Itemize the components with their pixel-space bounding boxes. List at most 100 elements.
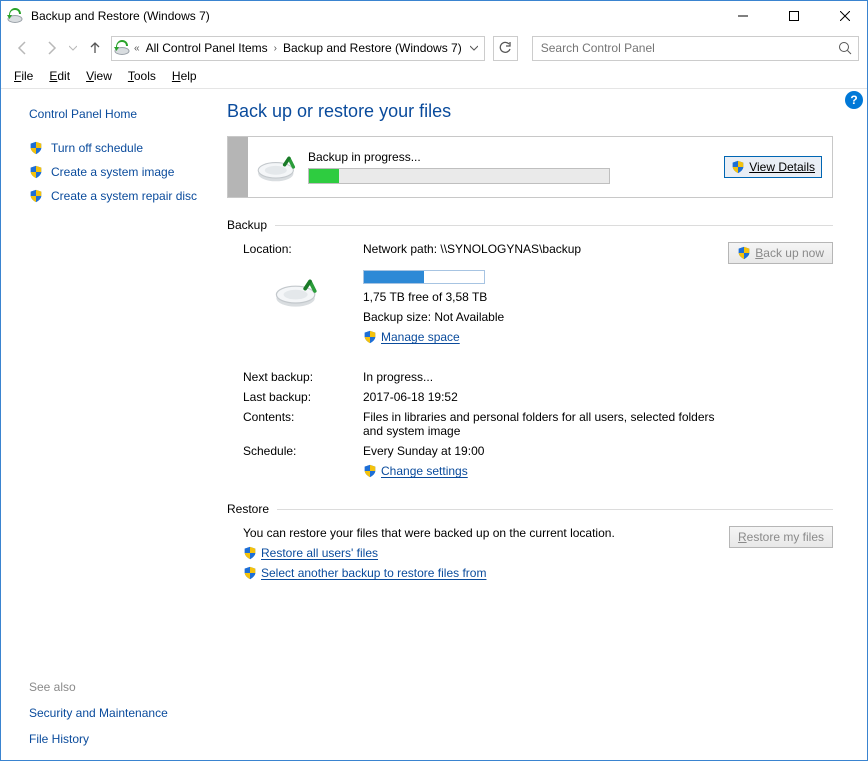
minimize-icon <box>738 11 748 21</box>
menu-view[interactable]: View <box>79 67 119 85</box>
section-title: Backup <box>227 218 267 232</box>
status-strip <box>228 137 248 197</box>
menu-help[interactable]: Help <box>165 67 204 85</box>
help-button[interactable]: ? <box>845 91 863 109</box>
link-label: Restore all users' files <box>261 546 378 560</box>
restore-section-header: Restore <box>227 502 833 516</box>
breadcrumb-item[interactable]: All Control Panel Items <box>144 41 270 55</box>
sidebar-item-label: Create a system image <box>51 165 174 179</box>
schedule-value: Every Sunday at 19:00 <box>363 444 833 458</box>
schedule-grid: Next backup: In progress... Last backup:… <box>227 370 833 478</box>
menu-edit[interactable]: Edit <box>42 67 77 85</box>
up-button[interactable] <box>83 36 107 60</box>
window-title: Backup and Restore (Windows 7) <box>29 9 714 23</box>
menu-bar: File Edit View Tools Help <box>1 65 867 88</box>
button-label: View Details <box>749 160 815 174</box>
search-icon <box>838 41 852 55</box>
maximize-button[interactable] <box>771 2 816 31</box>
backup-device-icon <box>248 151 308 183</box>
search-input[interactable] <box>539 40 832 56</box>
maximize-icon <box>789 11 799 21</box>
shield-icon <box>243 566 257 580</box>
see-also-heading: See also <box>29 680 211 694</box>
breadcrumb-item[interactable]: Backup and Restore (Windows 7) <box>281 41 464 55</box>
menu-tools[interactable]: Tools <box>121 67 163 85</box>
forward-button[interactable] <box>39 36 63 60</box>
sidebar-item-label: Create a system repair disc <box>51 189 197 203</box>
progress-fill <box>309 169 339 183</box>
link-label: Manage space <box>381 330 460 344</box>
restore-my-files-button[interactable]: Restore my files <box>729 526 833 548</box>
security-maintenance-link[interactable]: Security and Maintenance <box>29 706 211 720</box>
shield-icon <box>29 141 43 155</box>
contents-value: Files in libraries and personal folders … <box>363 410 723 438</box>
breadcrumb-sep-icon: « <box>132 43 142 54</box>
address-bar[interactable]: « All Control Panel Items › Backup and R… <box>111 36 485 61</box>
next-backup-label: Next backup: <box>243 370 353 384</box>
backup-size-text: Backup size: Not Available <box>363 310 703 324</box>
file-history-link[interactable]: File History <box>29 732 211 746</box>
chevron-right-icon: › <box>272 43 279 54</box>
view-details-button[interactable]: View Details <box>724 156 822 178</box>
shield-icon <box>29 189 43 203</box>
button-label: Restore my files <box>738 530 824 544</box>
menu-file[interactable]: File <box>7 67 40 85</box>
app-icon <box>7 8 23 24</box>
control-panel-home-link[interactable]: Control Panel Home <box>29 107 211 121</box>
up-arrow-icon <box>87 40 103 56</box>
minimize-button[interactable] <box>720 2 765 31</box>
shield-icon <box>363 464 377 478</box>
restore-text: You can restore your files that were bac… <box>243 526 719 540</box>
create-repair-disc-link[interactable]: Create a system repair disc <box>29 189 211 203</box>
search-box[interactable] <box>532 36 859 61</box>
last-backup-value: 2017-06-18 19:52 <box>363 390 833 404</box>
history-dropdown[interactable] <box>67 36 79 60</box>
close-button[interactable] <box>822 2 867 31</box>
main-panel: Back up or restore your files Backup in … <box>221 89 867 760</box>
refresh-button[interactable] <box>493 36 518 61</box>
restore-all-users-link[interactable]: Restore all users' files <box>243 546 719 560</box>
button-label: Back up now <box>755 246 824 260</box>
backup-section-header: Backup <box>227 218 833 232</box>
location-value: Network path: \\SYNOLOGYNAS\backup <box>363 242 703 264</box>
title-bar: Backup and Restore (Windows 7) <box>1 1 867 31</box>
create-system-image-link[interactable]: Create a system image <box>29 165 211 179</box>
back-button[interactable] <box>11 36 35 60</box>
restore-row: You can restore your files that were bac… <box>227 526 833 580</box>
chevron-down-icon <box>470 44 478 52</box>
next-backup-value: In progress... <box>363 370 833 384</box>
backup-status-card: Backup in progress... View Details <box>227 136 833 198</box>
refresh-icon <box>498 41 512 55</box>
backup-status-label: Backup in progress... <box>308 150 724 164</box>
shield-icon <box>731 160 745 174</box>
location-label: Location: <box>243 242 353 264</box>
backup-details-grid: Location: Network path: \\SYNOLOGYNAS\ba… <box>227 242 833 344</box>
select-another-backup-link[interactable]: Select another backup to restore files f… <box>243 566 719 580</box>
forward-arrow-icon <box>43 40 59 56</box>
free-space-text: 1,75 TB free of 3,58 TB <box>363 290 703 304</box>
close-icon <box>840 11 850 21</box>
breadcrumb-dropdown[interactable] <box>466 44 482 52</box>
shield-icon <box>363 330 377 344</box>
usage-fill <box>364 271 424 283</box>
contents-label: Contents: <box>243 410 353 438</box>
schedule-label: Schedule: <box>243 444 353 458</box>
change-settings-link[interactable]: Change settings <box>363 464 833 478</box>
manage-space-link[interactable]: Manage space <box>363 330 703 344</box>
backup-now-button[interactable]: Back up now <box>728 242 833 264</box>
link-label: Select another backup to restore files f… <box>261 566 486 580</box>
shield-icon <box>29 165 43 179</box>
shield-icon <box>243 546 257 560</box>
disk-usage-bar <box>363 270 485 284</box>
page-title: Back up or restore your files <box>227 101 833 122</box>
turn-off-schedule-link[interactable]: Turn off schedule <box>29 141 211 155</box>
sidebar-item-label: Turn off schedule <box>51 141 143 155</box>
navigation-bar: « All Control Panel Items › Backup and R… <box>1 31 867 65</box>
section-title: Restore <box>227 502 269 516</box>
shield-icon <box>737 246 751 260</box>
sidebar: Control Panel Home Turn off schedule Cre… <box>1 89 221 760</box>
device-icon <box>243 270 353 344</box>
breadcrumb-app-icon <box>114 40 130 56</box>
chevron-down-icon <box>69 44 77 52</box>
content-area: ? Control Panel Home Turn off schedule C… <box>1 89 867 760</box>
